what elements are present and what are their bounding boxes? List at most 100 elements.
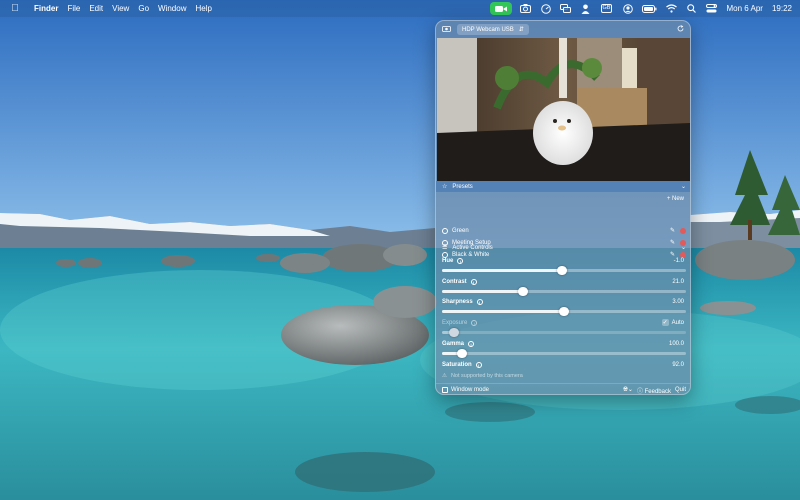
screenshot-icon[interactable] [520, 3, 532, 15]
saturation-value: 92.0 [672, 362, 684, 368]
info-icon[interactable]: i [470, 279, 477, 285]
panel-footer: Window mode 🌐︎⌄ ⓘ Feedback Quit [436, 383, 690, 395]
menu-edit[interactable]: Edit [89, 4, 103, 13]
pencil-icon[interactable]: ✎ [670, 227, 675, 234]
feedback-label: Feedback [644, 388, 671, 395]
window-mode-toggle[interactable]: Window mode [442, 387, 489, 393]
slider-fill [442, 269, 562, 272]
checkmark-icon[interactable]: ✓ [661, 319, 669, 326]
info-icon[interactable]: i [457, 258, 464, 264]
screens-icon[interactable] [560, 3, 572, 15]
menubar-time[interactable]: 19:22 [772, 4, 792, 13]
contrast-value: 21.0 [672, 279, 684, 285]
menu-window[interactable]: Window [158, 4, 186, 13]
wifi-icon[interactable] [666, 3, 678, 15]
saturation-notice-text: Not supported by this camera [450, 373, 523, 379]
preset-actions: ✎ [670, 227, 686, 234]
hue-label-text: Hue [442, 258, 454, 264]
window-icon [442, 387, 448, 393]
sharpness-label-text: Sharpness [442, 299, 473, 305]
slider-thumb[interactable] [559, 307, 569, 316]
warning-icon: ⚠ [442, 373, 447, 379]
exposure-label-text: Exposure [442, 320, 468, 326]
preset-item-green[interactable]: Green ✎ [442, 225, 686, 236]
saturation-label: Saturation i [442, 362, 482, 368]
feedback-button[interactable]: ⓘ Feedback [637, 386, 671, 395]
sliders-icon: ☰ [442, 245, 448, 251]
window-mode-label: Window mode [451, 387, 490, 393]
chevron-down-icon: ⌄ [680, 245, 686, 251]
radio-icon[interactable] [442, 227, 448, 234]
battery-icon[interactable] [642, 3, 658, 15]
presets-section-header[interactable]: ☆ Presets ⌄ [436, 181, 690, 192]
contrast-slider[interactable] [442, 287, 686, 296]
gamma-slider[interactable] [442, 349, 686, 358]
active-controls-title: Active Controls [452, 244, 493, 251]
control-center-icon[interactable] [706, 3, 718, 15]
gamma-value: 100.0 [668, 341, 684, 347]
menu-bar-left:  Finder File Edit View Go Window Help [0, 3, 212, 14]
presets-title: Presets [452, 183, 473, 190]
slider-thumb [449, 328, 460, 337]
hue-label: Hue i [442, 258, 464, 264]
footer-actions: 🌐︎⌄ ⓘ Feedback Quit [623, 386, 686, 395]
slider-fill [442, 310, 564, 313]
contrast-label: Contrast i [442, 279, 477, 285]
slider-thumb[interactable] [556, 266, 567, 275]
webcam-settings-popover: HDP Webcam USB ⇵ ☆ Presets ⌄ + New Green… [435, 20, 691, 395]
exposure-auto-label: Auto [671, 319, 684, 326]
slider-thumb[interactable] [456, 349, 467, 358]
menu-help[interactable]: Help [195, 4, 211, 13]
camera-icon[interactable] [489, 2, 512, 15]
user-icon[interactable] [622, 3, 634, 15]
globe-icon[interactable]: 🌐︎⌄ [623, 386, 633, 394]
info-icon[interactable]: i [476, 299, 483, 305]
gamma-label-text: Gamma [442, 341, 465, 347]
updown-chevron-icon: ⇵ [518, 27, 524, 33]
apple-icon[interactable]:  [8, 3, 22, 14]
hue-value: -1.0 [673, 258, 684, 264]
saturation-label-text: Saturation [442, 362, 472, 368]
webcam-icon [442, 25, 451, 34]
menubar-date[interactable]: Mon 6 Apr [727, 4, 763, 13]
menu-bar:  Finder File Edit View Go Window Help G… [0, 0, 800, 17]
panel-header: HDP Webcam USB ⇵ [436, 21, 690, 38]
menu-go[interactable]: Go [138, 4, 149, 13]
preset-name: Green [452, 227, 469, 234]
camera-select[interactable]: HDP Webcam USB ⇵ [457, 24, 529, 35]
info-icon[interactable]: i [471, 320, 478, 326]
slider-fill [442, 290, 523, 293]
slider-thumb[interactable] [517, 287, 528, 296]
chevron-down-icon: ⌄ [680, 184, 686, 190]
person-icon[interactable] [580, 3, 592, 15]
search-icon[interactable] [686, 3, 698, 15]
menu-file[interactable]: File [67, 4, 80, 13]
input-source-label: GB [600, 4, 613, 13]
new-preset-button[interactable]: + New [667, 196, 684, 202]
delete-icon[interactable] [680, 227, 686, 234]
active-controls-header[interactable]: ☰ Active Controls ⌄ [436, 242, 690, 253]
hue-slider[interactable] [442, 266, 686, 275]
exposure-slider [442, 328, 686, 337]
keyboard-input-icon[interactable]: GB [600, 3, 614, 15]
camera-select-label: HDP Webcam USB [462, 26, 514, 33]
menu-finder[interactable]: Finder [34, 4, 58, 13]
exposure-label: Exposure i [442, 320, 478, 326]
sharpness-label: Sharpness i [442, 299, 483, 305]
speed-icon[interactable] [540, 3, 552, 15]
feedback-icon: ⓘ [636, 388, 643, 395]
gamma-label: Gamma i [442, 341, 475, 347]
menu-bar-right: GB Mon 6 Apr 19:22 [489, 0, 792, 17]
contrast-label-text: Contrast [442, 279, 467, 285]
exposure-auto-checkbox[interactable]: ✓ Auto [661, 319, 684, 326]
info-icon[interactable]: i [468, 341, 475, 347]
quit-button[interactable]: Quit [675, 387, 686, 393]
refresh-icon[interactable] [677, 25, 684, 34]
info-icon[interactable]: i [475, 362, 482, 368]
menu-view[interactable]: View [112, 4, 129, 13]
saturation-notice: ⚠ Not supported by this camera [442, 373, 523, 379]
sharpness-slider[interactable] [442, 307, 686, 316]
camera-preview [437, 38, 690, 181]
sharpness-value: 3.00 [672, 299, 684, 305]
star-icon: ☆ [442, 184, 448, 190]
